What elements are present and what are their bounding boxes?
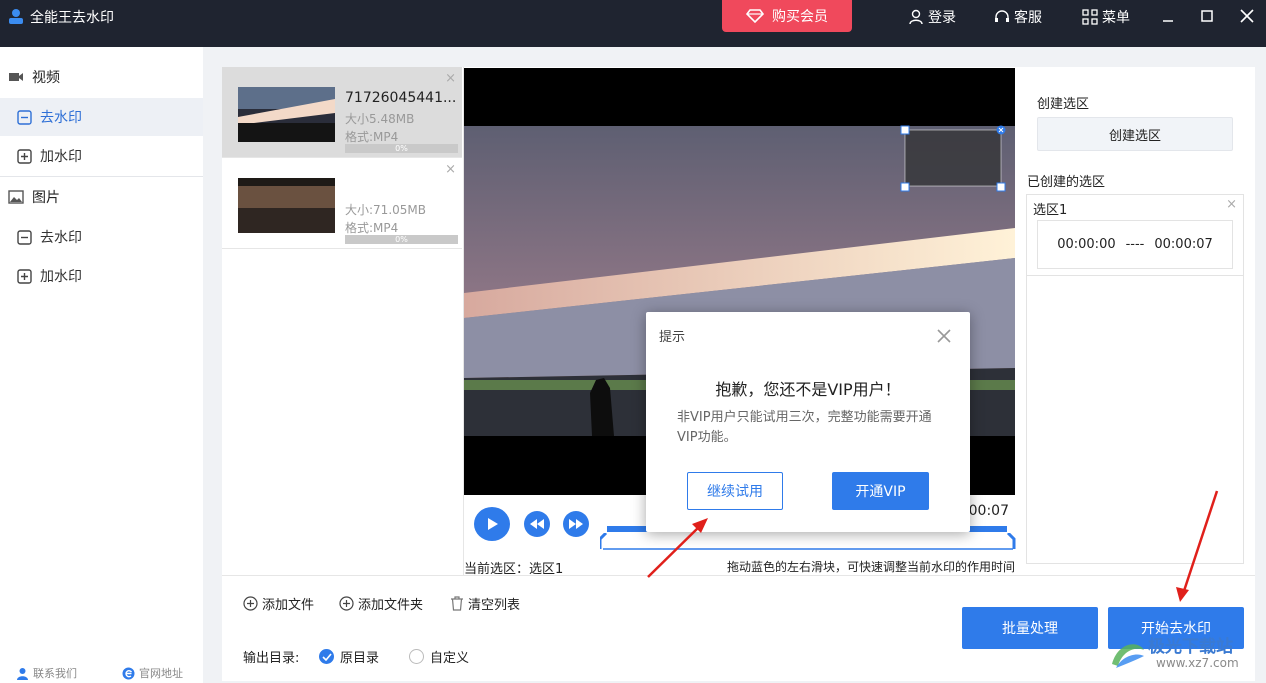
- watermark-text: 极光下载站: [1148, 637, 1233, 657]
- annotation-arrows: [647, 490, 1219, 602]
- watermark-url: www.xz7.com: [1156, 656, 1239, 670]
- arrow-to-start-button: [1181, 490, 1219, 595]
- watermark-logo-icon: [1112, 644, 1144, 668]
- site-watermark: 极光下载站 www.xz7.com: [1108, 632, 1258, 680]
- arrow-to-continue-trial: [647, 523, 703, 578]
